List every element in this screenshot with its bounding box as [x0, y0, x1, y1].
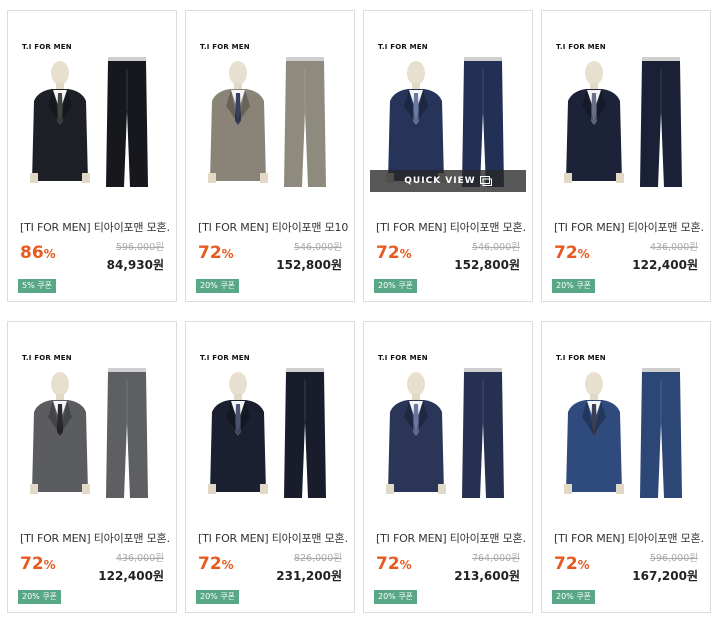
product-image-wrapper[interactable]: T.I FOR MEN [8, 11, 176, 211]
quick-view-label: QUICK VIEW [404, 176, 476, 186]
sale-price: 152,800원 [276, 258, 342, 272]
product-card[interactable]: T.I FOR MEN [TI FOR MEN] 티아이포맨 모혼… 436,0… [541, 10, 711, 302]
discount-rate: 72% [198, 554, 234, 574]
product-card[interactable]: T.I FOR MEN [TI FOR MEN] 티아이포맨 모혼… 436,0… [7, 321, 177, 613]
brand-logo: T.I FOR MEN [200, 354, 250, 362]
product-title[interactable]: [TI FOR MEN] 티아이포맨 모혼… [554, 530, 704, 546]
product-image[interactable] [186, 11, 354, 211]
discount-rate: 72% [554, 243, 590, 263]
original-price: 546,000원 [293, 242, 342, 253]
product-image[interactable] [186, 322, 354, 522]
product-image-wrapper[interactable]: T.I FOR MEN [542, 322, 710, 522]
brand-logo: T.I FOR MEN [200, 43, 250, 51]
product-image[interactable] [8, 11, 176, 211]
brand-logo: T.I FOR MEN [22, 354, 72, 362]
coupon-badge: 5% 쿠폰 [18, 279, 56, 293]
original-price: 764,000원 [471, 553, 520, 564]
product-title[interactable]: [TI FOR MEN] 티아이포맨 모10… [198, 219, 348, 235]
product-title[interactable]: [TI FOR MEN] 티아이포맨 모혼… [20, 530, 170, 546]
discount-rate: 72% [376, 243, 412, 263]
product-card[interactable]: T.I FOR MEN [TI FOR MEN] 티아이포맨 모혼… 764,0… [363, 321, 533, 613]
product-title[interactable]: [TI FOR MEN] 티아이포맨 모혼… [198, 530, 348, 546]
original-price: 546,000원 [471, 242, 520, 253]
product-title[interactable]: [TI FOR MEN] 티아이포맨 모혼… [376, 219, 526, 235]
sale-price: 231,200원 [276, 569, 342, 583]
coupon-badge: 20% 쿠폰 [552, 590, 596, 604]
product-title[interactable]: [TI FOR MEN] 티아이포맨 모혼… [376, 530, 526, 546]
product-card[interactable]: T.I FOR MEN [TI FOR MEN] 티아이포맨 모10… 546,… [185, 10, 355, 302]
discount-rate: 72% [20, 554, 56, 574]
product-image[interactable] [364, 322, 532, 522]
product-title[interactable]: [TI FOR MEN] 티아이포맨 모혼… [554, 219, 704, 235]
original-price: 436,000원 [649, 242, 698, 253]
sale-price: 122,400원 [98, 569, 164, 583]
product-card[interactable]: T.I FOR MEN [TI FOR MEN] 티아이포맨 모혼… 596,0… [541, 321, 711, 613]
product-image[interactable] [542, 11, 710, 211]
sale-price: 84,930원 [106, 258, 164, 272]
original-price: 596,000원 [649, 553, 698, 564]
product-image-wrapper[interactable]: T.I FOR MEN QUICK VIEW [364, 11, 532, 211]
product-image[interactable] [8, 322, 176, 522]
coupon-badge: 20% 쿠폰 [196, 590, 240, 604]
coupon-badge: 20% 쿠폰 [374, 279, 418, 293]
brand-logo: T.I FOR MEN [22, 43, 72, 51]
product-card[interactable]: T.I FOR MEN [TI FOR MEN] 티아이포맨 모혼… 826,0… [185, 321, 355, 613]
product-image-wrapper[interactable]: T.I FOR MEN [186, 11, 354, 211]
discount-rate: 72% [554, 554, 590, 574]
coupon-badge: 20% 쿠폰 [196, 279, 240, 293]
quick-view-button[interactable]: QUICK VIEW [370, 170, 526, 192]
coupon-badge: 20% 쿠폰 [18, 590, 62, 604]
quick-view-icon [479, 175, 492, 186]
discount-rate: 72% [376, 554, 412, 574]
sale-price: 152,800원 [454, 258, 520, 272]
sale-price: 122,400원 [632, 258, 698, 272]
sale-price: 213,600원 [454, 569, 520, 583]
brand-logo: T.I FOR MEN [378, 43, 428, 51]
original-price: 826,000원 [293, 553, 342, 564]
brand-logo: T.I FOR MEN [556, 354, 606, 362]
sale-price: 167,200원 [632, 569, 698, 583]
discount-rate: 72% [198, 243, 234, 263]
brand-logo: T.I FOR MEN [378, 354, 428, 362]
brand-logo: T.I FOR MEN [556, 43, 606, 51]
product-image-wrapper[interactable]: T.I FOR MEN [542, 11, 710, 211]
product-title[interactable]: [TI FOR MEN] 티아이포맨 모혼… [20, 219, 170, 235]
product-card[interactable]: T.I FOR MEN QUICK VIEW [TI FOR MEN] 티아이포… [363, 10, 533, 302]
coupon-badge: 20% 쿠폰 [374, 590, 418, 604]
discount-rate: 86% [20, 243, 56, 263]
coupon-badge: 20% 쿠폰 [552, 279, 596, 293]
original-price: 436,000원 [115, 553, 164, 564]
product-card[interactable]: T.I FOR MEN [TI FOR MEN] 티아이포맨 모혼… 596,0… [7, 10, 177, 302]
product-image-wrapper[interactable]: T.I FOR MEN [364, 322, 532, 522]
product-image[interactable] [542, 322, 710, 522]
product-image-wrapper[interactable]: T.I FOR MEN [8, 322, 176, 522]
original-price: 596,000원 [115, 242, 164, 253]
product-image-wrapper[interactable]: T.I FOR MEN [186, 322, 354, 522]
